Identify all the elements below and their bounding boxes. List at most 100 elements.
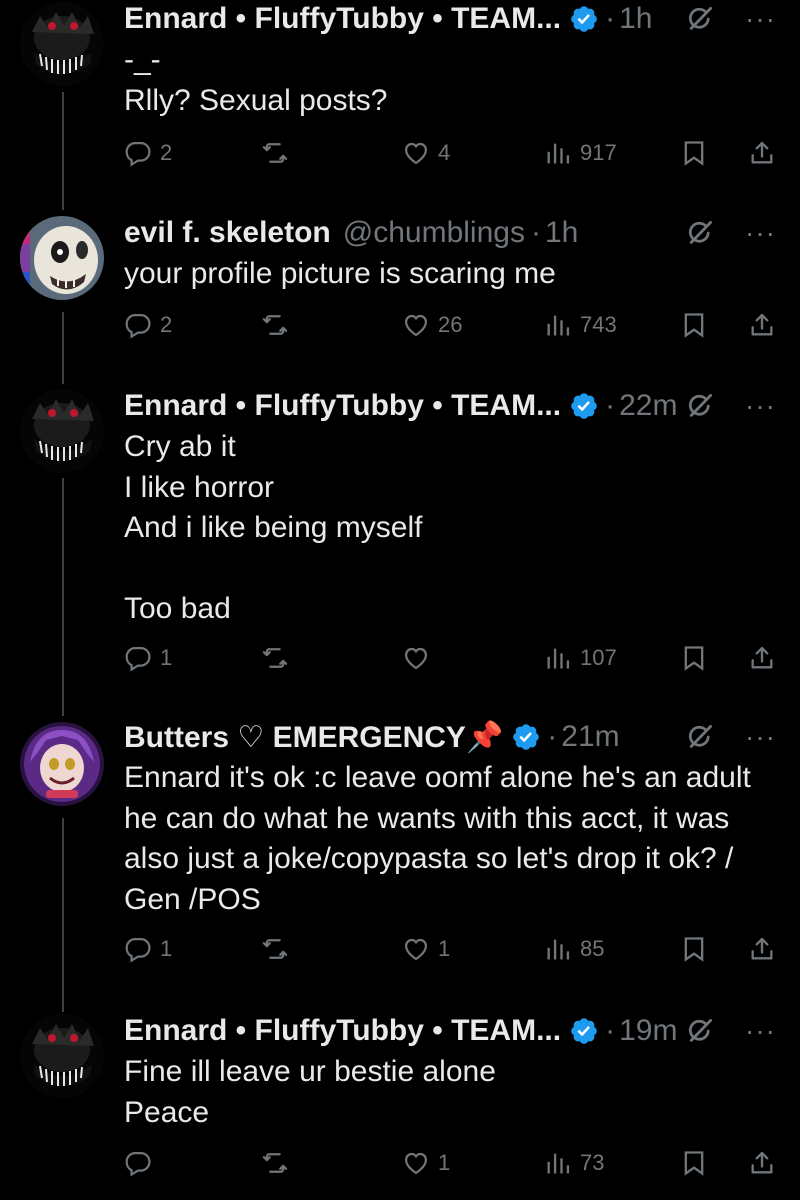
verified-badge-icon[interactable] xyxy=(569,391,599,421)
more-icon[interactable]: ··· xyxy=(745,219,776,247)
share-icon xyxy=(748,644,776,672)
timestamp[interactable]: 1h xyxy=(619,2,652,36)
tweet[interactable]: Ennard • FluffyTubby • TEAM... · 22m ···… xyxy=(0,387,800,687)
repost-icon xyxy=(261,311,289,339)
like-button[interactable]: 4 xyxy=(402,138,450,168)
bookmark-icon xyxy=(680,644,708,672)
action-bar: 1 1 85 xyxy=(124,934,776,964)
repost-button[interactable] xyxy=(261,138,297,168)
reply-button[interactable]: 1 xyxy=(124,934,172,964)
verified-badge-icon[interactable] xyxy=(511,722,541,752)
like-button[interactable]: 26 xyxy=(402,310,462,340)
separator: · xyxy=(605,389,616,422)
verified-badge-icon[interactable] xyxy=(569,4,599,34)
separator: · xyxy=(605,2,616,35)
timestamp[interactable]: 22m xyxy=(619,389,677,423)
tweet-header: evil f. skeleton @chumblings · 1h xyxy=(124,214,776,252)
avatar[interactable] xyxy=(20,722,104,806)
repost-button[interactable] xyxy=(261,1148,297,1178)
more-icon[interactable]: ··· xyxy=(745,723,776,751)
avatar[interactable] xyxy=(20,389,104,473)
display-name[interactable]: Butters ♡ EMERGENCY📌 xyxy=(124,720,503,755)
reply-icon xyxy=(124,1149,152,1177)
display-name[interactable]: Ennard • FluffyTubby • TEAM... xyxy=(124,2,561,36)
bookmark-button[interactable] xyxy=(680,1148,708,1178)
grok-icon[interactable] xyxy=(685,4,715,34)
reply-count: 1 xyxy=(160,645,173,670)
repost-button[interactable] xyxy=(261,934,297,964)
display-name[interactable]: Ennard • FluffyTubby • TEAM... xyxy=(124,389,561,423)
more-icon[interactable]: ··· xyxy=(745,1017,776,1045)
reply-button[interactable] xyxy=(124,1148,160,1178)
grok-icon[interactable] xyxy=(685,1016,715,1046)
repost-icon xyxy=(261,1149,289,1177)
grok-icon[interactable] xyxy=(685,722,715,752)
timestamp[interactable]: 19m xyxy=(619,1014,677,1048)
share-button[interactable] xyxy=(748,138,776,168)
bookmark-button[interactable] xyxy=(680,643,708,673)
separator: · xyxy=(530,216,541,249)
timestamp[interactable]: 21m xyxy=(561,720,619,754)
share-icon xyxy=(748,139,776,167)
tweet[interactable]: Ennard • FluffyTubby • TEAM... · 1h ··· … xyxy=(0,0,800,190)
grok-icon[interactable] xyxy=(685,391,715,421)
share-button[interactable] xyxy=(748,934,776,964)
display-name[interactable]: Ennard • FluffyTubby • TEAM... xyxy=(124,1014,561,1048)
bookmark-button[interactable] xyxy=(680,138,708,168)
view-count: 85 xyxy=(580,936,605,961)
user-handle[interactable]: @chumblings xyxy=(343,216,525,250)
view-count: 73 xyxy=(580,1150,605,1175)
avatar[interactable] xyxy=(20,1014,104,1098)
share-button[interactable] xyxy=(748,1148,776,1178)
view-count: 917 xyxy=(580,140,617,165)
views-button[interactable]: 107 xyxy=(544,643,617,673)
more-icon[interactable]: ··· xyxy=(745,5,776,33)
reply-icon xyxy=(124,935,152,963)
bookmark-icon xyxy=(680,139,708,167)
tweet-header: Butters ♡ EMERGENCY📌 · 21m xyxy=(124,718,776,756)
separator: · xyxy=(605,1014,616,1047)
reply-button[interactable]: 2 xyxy=(124,138,172,168)
tweet[interactable]: Ennard • FluffyTubby • TEAM... · 19m ···… xyxy=(0,1012,800,1192)
like-icon xyxy=(402,1149,430,1177)
more-icon[interactable]: ··· xyxy=(745,392,776,420)
share-button[interactable] xyxy=(748,310,776,340)
views-icon xyxy=(544,935,572,963)
tweet[interactable]: Butters ♡ EMERGENCY📌 · 21m ··· Ennard it… xyxy=(0,718,800,988)
like-count: 1 xyxy=(438,1150,451,1175)
repost-button[interactable] xyxy=(261,310,297,340)
like-button[interactable] xyxy=(402,643,438,673)
verified-badge-icon[interactable] xyxy=(569,1016,599,1046)
views-button[interactable]: 743 xyxy=(544,310,617,340)
display-name[interactable]: evil f. skeleton xyxy=(124,216,331,250)
avatar[interactable] xyxy=(20,216,104,300)
bookmark-button[interactable] xyxy=(680,934,708,964)
like-button[interactable]: 1 xyxy=(402,1148,450,1178)
reply-button[interactable]: 2 xyxy=(124,310,172,340)
tweet[interactable]: evil f. skeleton @chumblings · 1h ··· yo… xyxy=(0,214,800,364)
reply-button[interactable]: 1 xyxy=(124,643,172,673)
bookmark-icon xyxy=(680,935,708,963)
tweet-text: Cry ab it I like horror And i like being… xyxy=(124,430,423,625)
share-button[interactable] xyxy=(748,643,776,673)
views-icon xyxy=(544,139,572,167)
tweet-header: Ennard • FluffyTubby • TEAM... · 19m xyxy=(124,1012,776,1050)
bookmark-icon xyxy=(680,1149,708,1177)
reply-icon xyxy=(124,644,152,672)
timestamp[interactable]: 1h xyxy=(545,216,578,250)
repost-button[interactable] xyxy=(261,643,297,673)
separator: · xyxy=(547,720,558,753)
views-button[interactable]: 85 xyxy=(544,934,604,964)
tweet-header: Ennard • FluffyTubby • TEAM... · 1h xyxy=(124,0,776,38)
reply-icon xyxy=(124,139,152,167)
repost-icon xyxy=(261,139,289,167)
views-icon xyxy=(544,311,572,339)
bookmark-button[interactable] xyxy=(680,310,708,340)
grok-icon[interactable] xyxy=(685,218,715,248)
avatar[interactable] xyxy=(20,2,104,86)
like-button[interactable]: 1 xyxy=(402,934,450,964)
view-count: 107 xyxy=(580,645,617,670)
views-button[interactable]: 917 xyxy=(544,138,617,168)
views-button[interactable]: 73 xyxy=(544,1148,604,1178)
views-icon xyxy=(544,1149,572,1177)
